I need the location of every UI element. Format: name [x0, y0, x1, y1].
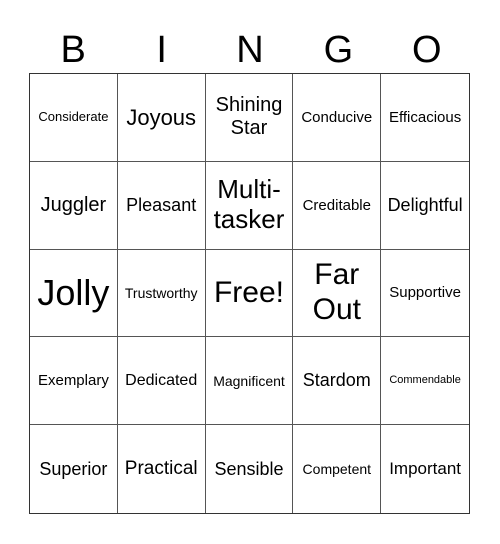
bingo-cell[interactable]: Conducive	[293, 74, 382, 162]
bingo-cell[interactable]: Delightful	[381, 162, 469, 250]
header-letter-b: B	[60, 29, 86, 71]
bingo-cell[interactable]: Sensible	[206, 425, 294, 513]
bingo-cell[interactable]: Superior	[30, 425, 118, 513]
bingo-cell[interactable]: Joyous	[117, 74, 206, 162]
bingo-grid: Considerate Joyous Shining Star Conduciv…	[29, 73, 470, 514]
bingo-cell[interactable]: Supportive	[381, 250, 469, 338]
bingo-cell[interactable]: Competent	[293, 425, 382, 513]
bingo-cell[interactable]: Multi-tasker	[205, 161, 294, 250]
bingo-header: B I N G O	[29, 28, 471, 72]
header-letter-i: I	[156, 29, 167, 71]
header-letter-o: O	[412, 29, 442, 71]
bingo-cell[interactable]: Efficacious	[381, 74, 469, 162]
bingo-cell[interactable]: Commendable	[381, 337, 469, 426]
header-letter-n: N	[236, 29, 264, 71]
bingo-cell[interactable]: Dedicated	[117, 337, 206, 426]
bingo-cell[interactable]: Shining Star	[205, 74, 294, 162]
header-letter-g: G	[323, 29, 354, 71]
bingo-cell[interactable]: Stardom	[293, 337, 382, 426]
bingo-cell[interactable]: Important	[381, 425, 469, 513]
bingo-cell[interactable]: Exemplary	[30, 337, 118, 426]
bingo-cell[interactable]: Magnificent	[205, 337, 294, 426]
free-space-cell[interactable]: Free!	[205, 249, 294, 338]
bingo-cell[interactable]: Creditable	[293, 161, 382, 250]
bingo-cell[interactable]: Juggler	[30, 161, 118, 250]
bingo-cell[interactable]: Considerate	[30, 74, 118, 162]
bingo-cell[interactable]: Jolly	[30, 249, 118, 338]
bingo-cell[interactable]: Far Out	[293, 249, 382, 338]
bingo-cell[interactable]: Pleasant	[117, 161, 206, 250]
bingo-cell[interactable]: Trustworthy	[117, 249, 206, 338]
bingo-cell[interactable]: Practical	[118, 425, 206, 513]
